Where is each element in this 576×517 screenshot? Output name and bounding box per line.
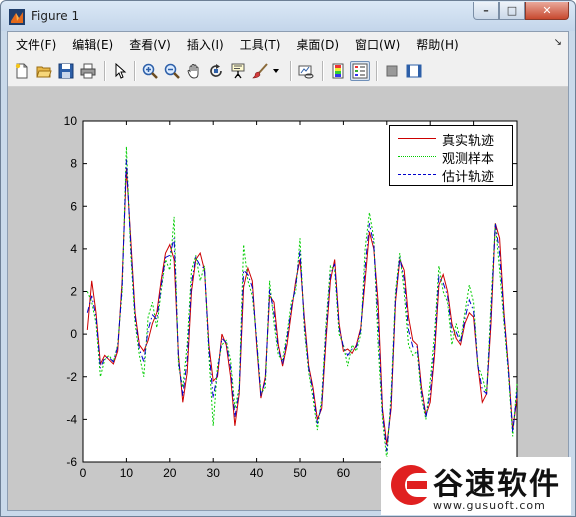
menu-bar: 文件(F) 编辑(E) 查看(V) 插入(I) 工具(T) 桌面(D) 窗口(W… — [8, 32, 568, 56]
menu-view[interactable]: 查看(V) — [121, 36, 179, 53]
maximize-icon: □ — [506, 4, 518, 17]
legend-entry-true: 真实轨迹 — [390, 129, 512, 149]
figure-window: Figure 1 – □ ✕ 文件(F) 编辑(E) 查看(V) 插入(I) 工… — [0, 0, 576, 517]
hide-plot-tools-icon[interactable] — [382, 61, 402, 81]
insert-colorbar-icon[interactable] — [328, 61, 348, 81]
zoom-out-icon[interactable] — [162, 61, 182, 81]
watermark: 谷速软件 www.gusuoft.com — [381, 457, 571, 515]
close-icon: ✕ — [542, 4, 552, 17]
data-cursor-icon[interactable] — [228, 61, 248, 81]
matlab-logo-icon — [9, 9, 25, 25]
y-tick-label: 8 — [70, 157, 77, 171]
menu-insert[interactable]: 插入(I) — [179, 36, 232, 53]
x-tick-label: 30 — [207, 466, 221, 480]
legend-line-true — [398, 138, 436, 139]
x-tick-label: 20 — [163, 466, 177, 480]
toolbar-separator — [290, 61, 292, 81]
y-tick-label: 10 — [64, 114, 78, 128]
y-tick-label: 6 — [70, 199, 77, 213]
figure-client-area: 文件(F) 编辑(E) 查看(V) 插入(I) 工具(T) 桌面(D) 窗口(W… — [7, 31, 569, 511]
legend[interactable]: 真实轨迹 观测样本 估计轨迹 — [389, 125, 513, 186]
x-tick-label: 60 — [337, 466, 351, 480]
menu-tools[interactable]: 工具(T) — [232, 36, 289, 53]
menu-edit[interactable]: 编辑(E) — [64, 36, 121, 53]
y-tick-label: -4 — [66, 412, 77, 426]
gusu-logo-icon — [385, 461, 433, 509]
show-plot-tools-icon[interactable] — [404, 61, 424, 81]
y-tick-label: 4 — [70, 242, 77, 256]
edit-plot-icon[interactable] — [110, 61, 130, 81]
watermark-name: 谷速软件 — [433, 467, 561, 502]
save-icon[interactable] — [56, 61, 76, 81]
print-icon[interactable] — [78, 61, 98, 81]
menu-help[interactable]: 帮助(H) — [408, 36, 466, 53]
toolbar-separator — [134, 61, 136, 81]
y-tick-label: -2 — [66, 370, 77, 384]
y-tick-label: 2 — [70, 285, 77, 299]
figure-toolbar — [8, 56, 568, 87]
y-tick-label: 0 — [70, 327, 77, 341]
window-title: Figure 1 — [31, 9, 80, 23]
toolbar-separator — [376, 61, 378, 81]
pan-icon[interactable] — [184, 61, 204, 81]
legend-line-observed — [398, 156, 436, 157]
y-tick-label: -6 — [66, 455, 77, 469]
x-tick-label: 0 — [80, 466, 87, 480]
x-tick-label: 10 — [120, 466, 134, 480]
close-button[interactable]: ✕ — [525, 2, 569, 20]
maximize-button[interactable]: □ — [499, 2, 525, 20]
open-file-icon[interactable] — [34, 61, 54, 81]
x-tick-label: 40 — [250, 466, 264, 480]
dock-arrow-icon[interactable]: ↘ — [554, 37, 562, 48]
minimize-icon: – — [483, 4, 489, 17]
watermark-url: www.gusuoft.com — [433, 499, 546, 512]
menu-desktop[interactable]: 桌面(D) — [288, 36, 347, 53]
rotate-3d-icon[interactable] — [206, 61, 226, 81]
minimize-button[interactable]: – — [473, 2, 499, 20]
legend-label-estimated: 估计轨迹 — [442, 170, 495, 185]
new-figure-icon[interactable] — [12, 61, 32, 81]
menu-window[interactable]: 窗口(W) — [347, 36, 408, 53]
x-tick-label: 50 — [293, 466, 307, 480]
brush-icon[interactable] — [250, 61, 270, 81]
figure-canvas: 0102030405060708090-6-4-20246810 真实轨迹 观测… — [8, 87, 568, 510]
insert-legend-icon[interactable] — [350, 61, 370, 81]
brush-dropdown-icon[interactable] — [270, 61, 282, 81]
legend-entry-estimated: 估计轨迹 — [390, 165, 512, 185]
title-bar[interactable]: Figure 1 – □ ✕ — [1, 1, 575, 31]
menu-file[interactable]: 文件(F) — [8, 36, 64, 53]
legend-entry-observed: 观测样本 — [390, 147, 512, 167]
zoom-in-icon[interactable] — [140, 61, 160, 81]
toolbar-separator — [322, 61, 324, 81]
toolbar-separator — [104, 61, 106, 81]
legend-line-estimated — [398, 174, 436, 175]
link-plot-icon[interactable] — [296, 61, 316, 81]
